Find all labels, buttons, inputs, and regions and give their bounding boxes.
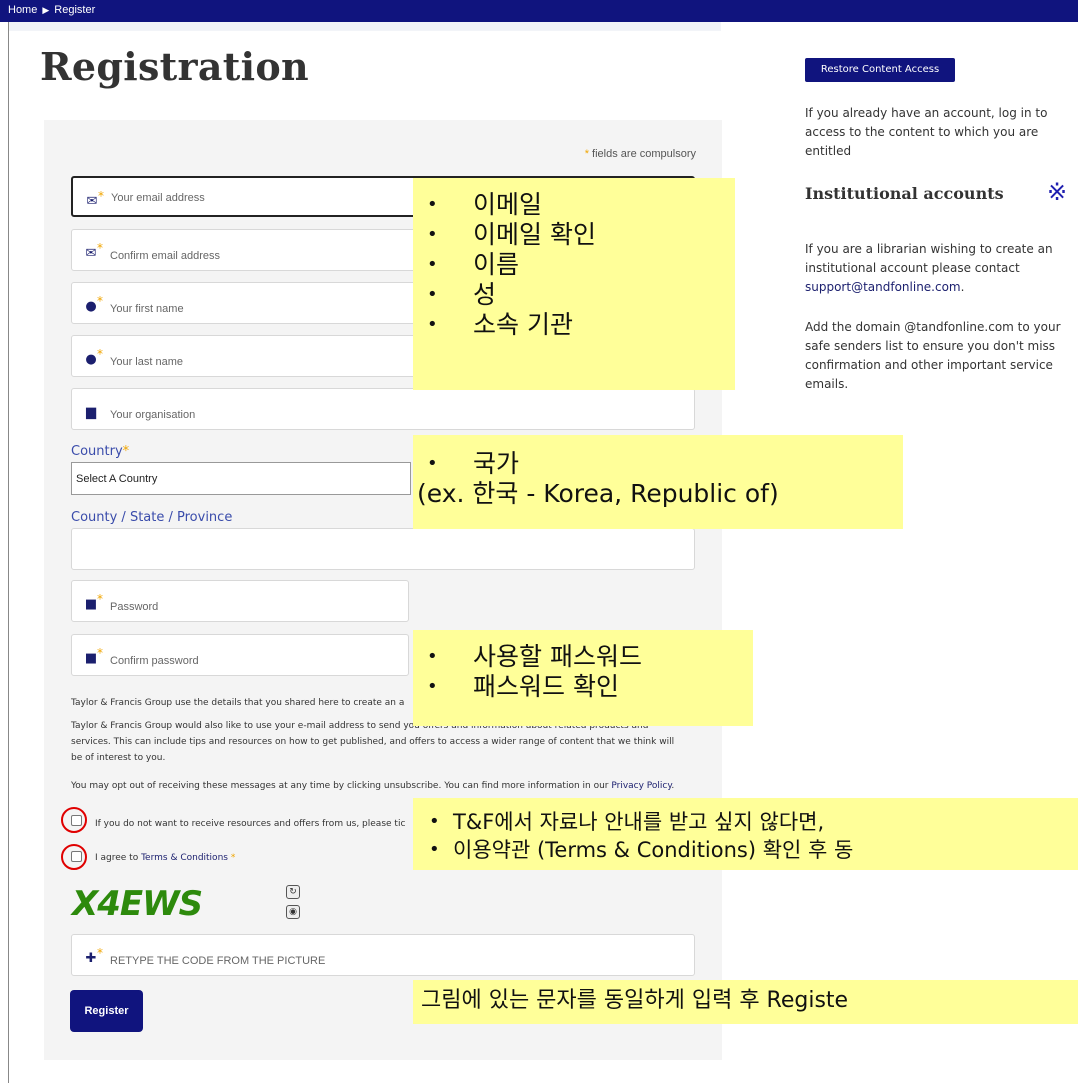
- annotation-captcha: 그림에 있는 문자를 동일하게 입력 후 Registe: [413, 980, 1078, 1024]
- opt-out-text: You may opt out of receiving these messa…: [71, 778, 701, 794]
- marketing-text-line: services. This can include tips and reso…: [71, 737, 675, 747]
- annotation-item: 국가: [413, 449, 903, 479]
- marketing-text-line: be of interest to you.: [71, 753, 166, 763]
- compulsory-text: fields are compulsory: [589, 148, 696, 160]
- lock-icon: ■ *: [84, 592, 103, 612]
- country-label-text: Country: [71, 444, 123, 459]
- first-name-placeholder: Your first name: [110, 303, 184, 315]
- privacy-policy-link[interactable]: Privacy Policy: [611, 781, 671, 791]
- annotation-personal-fields: 이메일 이메일 확인 이름 성 소속 기관: [413, 178, 735, 390]
- confirm-password-field[interactable]: ■ * Confirm password: [71, 634, 409, 676]
- annotation-item: 이메일 확인: [413, 220, 735, 250]
- optout-label: If you do not want to receive resources …: [95, 819, 406, 829]
- puzzle-icon: ✚ *: [85, 946, 103, 966]
- building-icon: ▆: [86, 405, 96, 420]
- county-field[interactable]: [71, 528, 695, 570]
- support-email-link[interactable]: support@tandfonline.com: [805, 280, 961, 294]
- audio-captcha-icon[interactable]: ◉: [286, 905, 300, 919]
- annotation-item: 그림에 있는 문자를 동일하게 입력 후 Registe: [421, 988, 849, 1013]
- opt-out-sentence: You may opt out of receiving these messa…: [71, 781, 612, 791]
- user-icon: ● *: [85, 347, 103, 367]
- captcha-image: X4EWS: [70, 882, 280, 928]
- librarian-text: If you are a librarian wishing to create…: [805, 240, 1075, 297]
- annotation-item: 패스워드 확인: [413, 672, 753, 702]
- captcha-placeholder: RETYPE THE CODE FROM THE PICTURE: [110, 955, 326, 967]
- country-label: Country*: [71, 444, 129, 459]
- page-title: Registration: [40, 44, 309, 89]
- opt-out-end: .: [671, 781, 675, 791]
- captcha-field[interactable]: ✚ * RETYPE THE CODE FROM THE PICTURE: [71, 934, 695, 976]
- password-placeholder: Password: [110, 601, 159, 613]
- lock-icon: ■ *: [84, 646, 103, 666]
- subheader-bar: [8, 22, 721, 31]
- confirm-email-placeholder: Confirm email address: [110, 250, 221, 262]
- annotation-item: 이용약관 (Terms & Conditions) 확인 후 동: [413, 836, 1078, 864]
- last-name-placeholder: Your last name: [110, 356, 183, 368]
- county-label: County / State / Province: [71, 510, 233, 525]
- annotation-password: 사용할 패스워드 패스워드 확인: [413, 630, 753, 726]
- left-border-line: [8, 22, 9, 1083]
- organisation-placeholder: Your organisation: [110, 409, 196, 421]
- envelope-icon: ✉ *: [85, 241, 103, 261]
- terms-link[interactable]: Terms & Conditions: [141, 853, 228, 863]
- breadcrumb-current: Register: [54, 4, 96, 16]
- annotation-item: 이름: [413, 250, 735, 280]
- safe-senders-text: Add the domain @tandfonline.com to your …: [805, 320, 1061, 391]
- country-selected-value: Select A Country: [76, 473, 158, 485]
- required-star: *: [230, 853, 236, 863]
- annotation-country: 국가 (ex. 한국 - Korea, Republic of): [413, 435, 903, 529]
- terms-checkbox[interactable]: [71, 851, 82, 862]
- country-select[interactable]: Select A Country: [71, 462, 411, 495]
- top-navigation-bar: Home ▶ Register: [0, 0, 1078, 22]
- login-info-text: If you already have an account, log in t…: [805, 106, 1048, 158]
- terms-label: I agree to Terms & Conditions *: [95, 853, 235, 863]
- reference-mark-icon: ※: [1047, 178, 1068, 206]
- annotation-item: 이메일: [413, 190, 735, 220]
- institutional-accounts-heading: Institutional accounts: [805, 184, 1004, 203]
- librarian-end: .: [960, 280, 965, 294]
- envelope-icon: ✉ *: [86, 189, 104, 209]
- user-icon: ● *: [85, 294, 103, 314]
- compulsory-note: * fields are compulsory: [585, 148, 696, 160]
- breadcrumb-separator-icon: ▶: [42, 5, 50, 15]
- captcha-code: X4EWS: [72, 884, 203, 924]
- annotation-item: 사용할 패스워드: [413, 642, 753, 672]
- refresh-captcha-icon[interactable]: ↻: [286, 885, 300, 899]
- librarian-sentence: If you are a librarian wishing to create…: [805, 242, 1053, 275]
- breadcrumb-home-link[interactable]: Home: [8, 4, 37, 16]
- agree-prefix: I agree to: [95, 853, 142, 863]
- breadcrumb: Home ▶ Register: [8, 4, 95, 16]
- annotation-item: 소속 기관: [413, 310, 735, 340]
- register-button[interactable]: Register: [70, 990, 143, 1032]
- annotation-item: 성: [413, 280, 735, 310]
- password-field[interactable]: ■ * Password: [71, 580, 409, 622]
- optout-checkbox[interactable]: [71, 815, 82, 826]
- restore-content-access-button[interactable]: Restore Content Access: [805, 58, 955, 82]
- confirm-password-placeholder: Confirm password: [110, 655, 199, 667]
- required-star: *: [122, 444, 130, 459]
- email-placeholder: Your email address: [111, 192, 205, 204]
- annotation-example: (ex. 한국 - Korea, Republic of): [417, 479, 779, 508]
- organisation-field[interactable]: ▆ Your organisation: [71, 388, 695, 430]
- annotation-consent: T&F에서 자료나 안내를 받고 싶지 않다면, 이용약관 (Terms & C…: [413, 798, 1078, 870]
- annotation-item: T&F에서 자료나 안내를 받고 싶지 않다면,: [413, 808, 1078, 836]
